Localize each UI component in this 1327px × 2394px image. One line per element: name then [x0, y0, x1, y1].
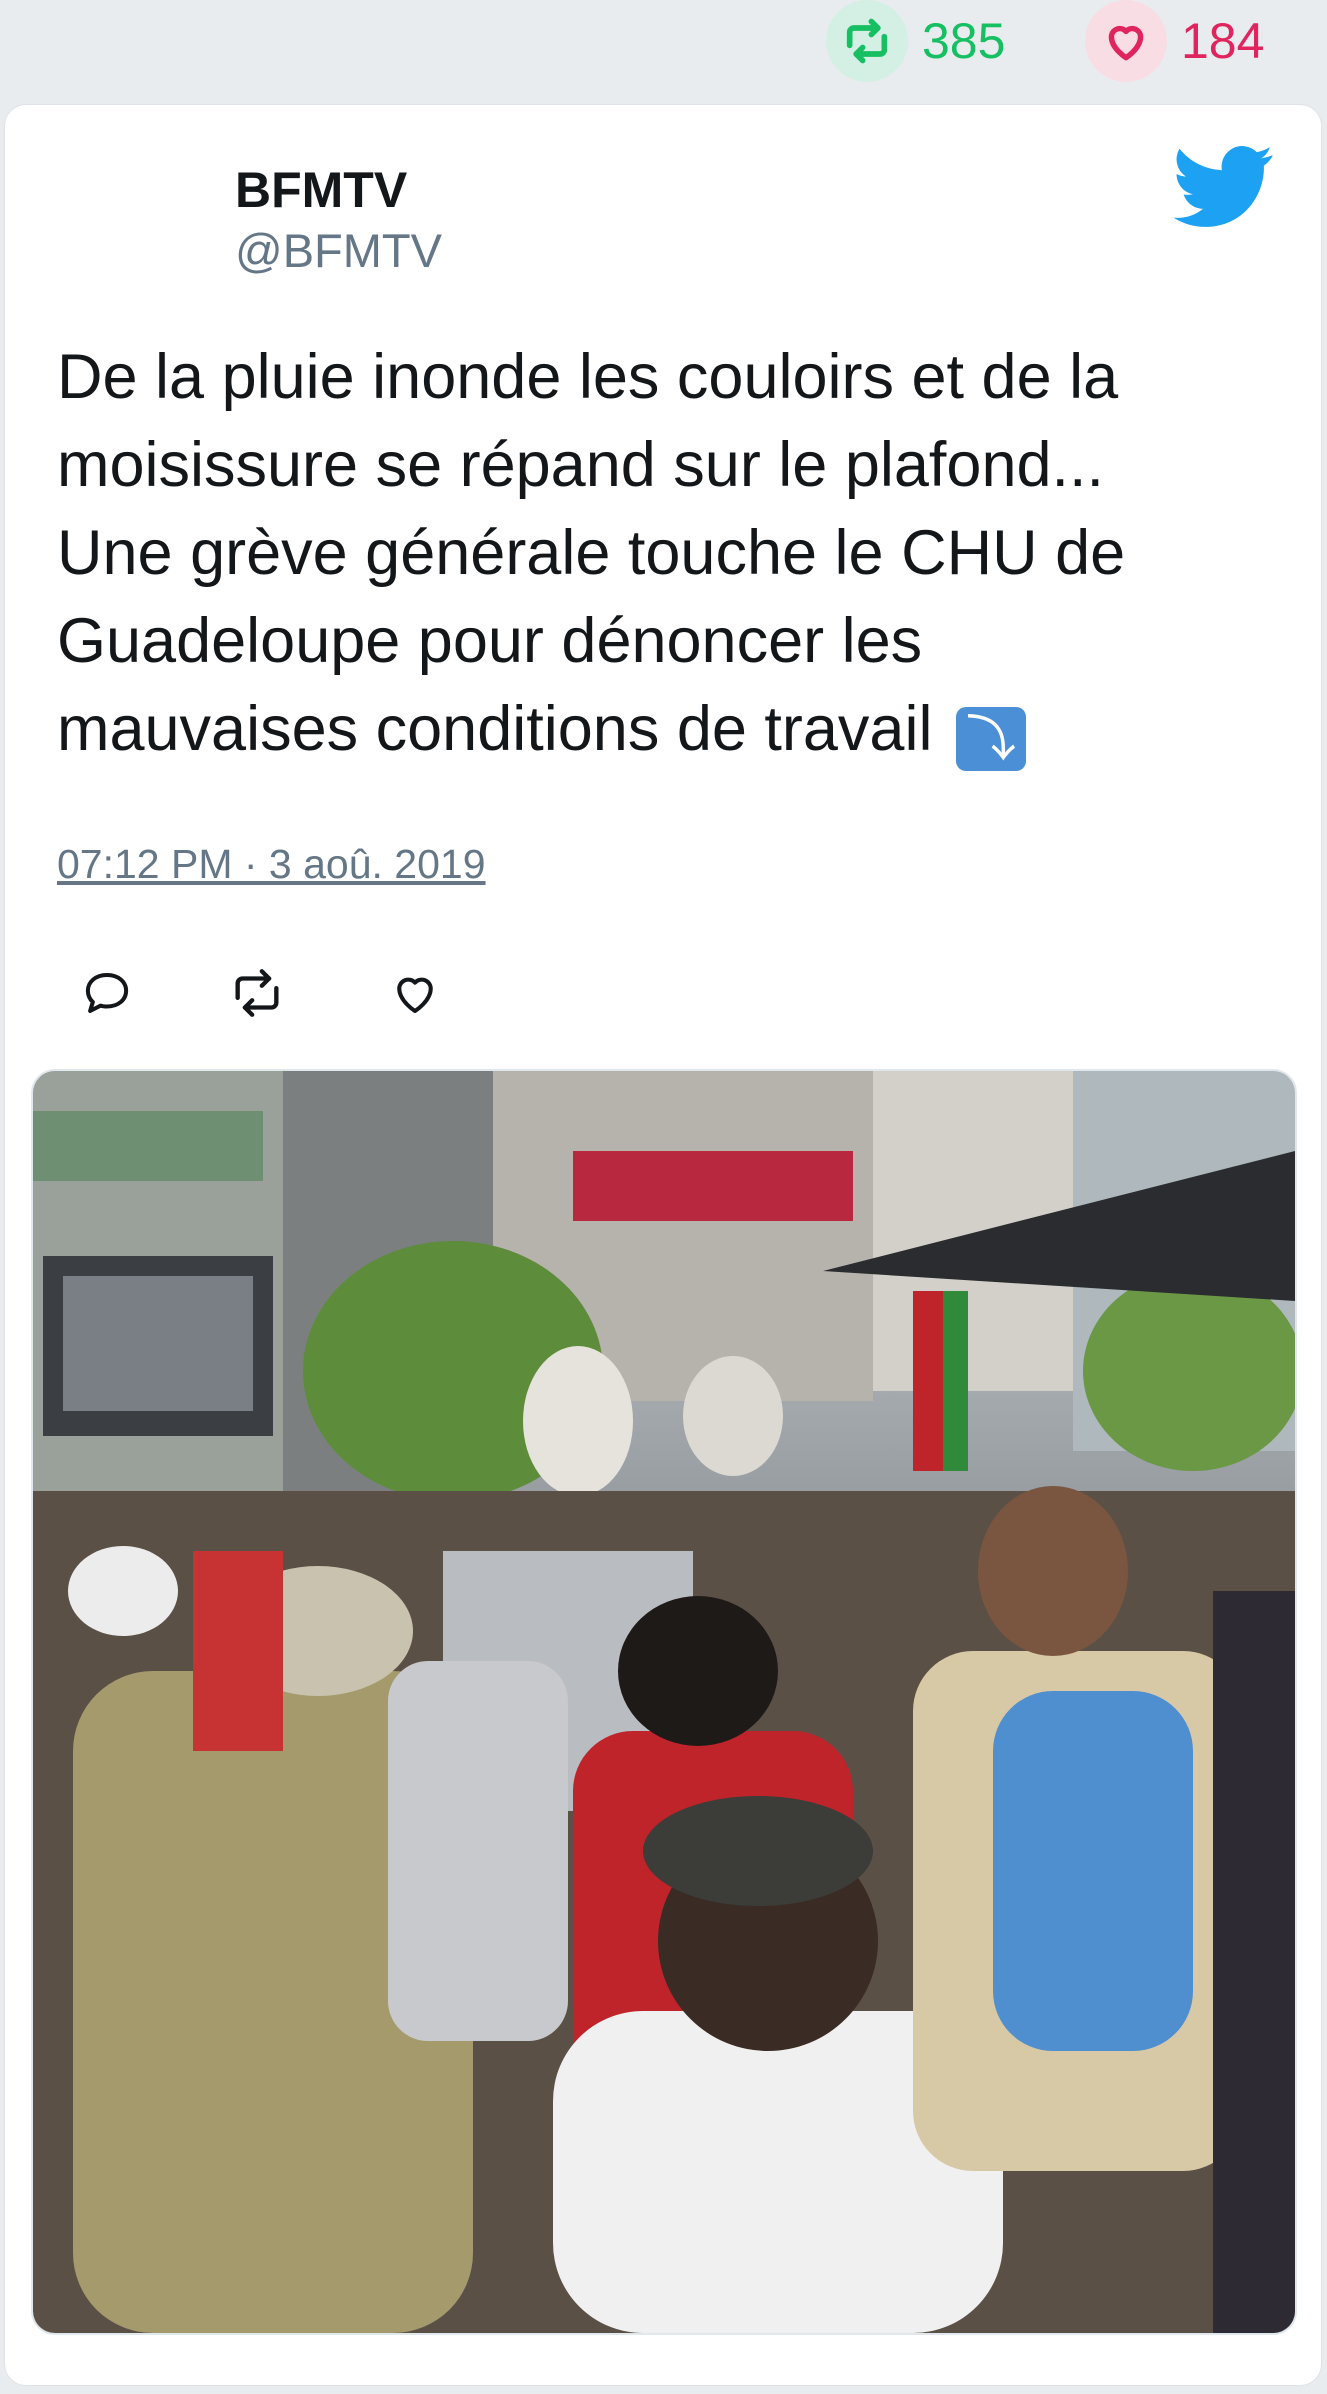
retweet-count: 385 [922, 13, 1006, 69]
reply-button[interactable] [67, 953, 147, 1033]
reply-icon [85, 972, 129, 1014]
retweet-button[interactable] [217, 953, 297, 1033]
arrow-down-right-emoji-icon: ⤵ [955, 707, 1026, 771]
author-handle[interactable]: @BFMTV [235, 223, 442, 278]
tweet-text-line: Guadeloupe pour dénoncer les [57, 606, 923, 676]
like-button[interactable] [375, 953, 455, 1033]
tweet-text: De la pluie inonde les couloirs et de la… [57, 333, 1277, 773]
tweet-text-line-last: mauvaises conditions de travail ⤵ [57, 685, 1277, 773]
like-count: 184 [1181, 13, 1265, 69]
retweet-icon [235, 969, 279, 1017]
tweet-actions [57, 953, 557, 1033]
engagement-bar: 385 184 [0, 0, 1327, 100]
tweet-text-line: moisissure se répand sur le plafond... [57, 430, 1105, 500]
tweet-text-line: Une grève générale touche le CHU de [57, 518, 1126, 588]
tweet-card: BFMTV @BFMTV De la pluie inonde les coul… [4, 104, 1322, 2386]
author-name[interactable]: BFMTV [235, 161, 407, 219]
protest-crowd-photo [33, 1071, 1295, 2333]
tweet-timestamp-link[interactable]: 07:12 PM · 3 aoû. 2019 [57, 841, 486, 888]
twitter-bird-icon[interactable] [1173, 145, 1275, 229]
tweet-video-thumbnail[interactable] [31, 1069, 1297, 2335]
like-count-stat[interactable]: 184 [1085, 0, 1264, 82]
retweet-count-stat[interactable]: 385 [826, 0, 1005, 82]
retweet-icon [826, 0, 908, 82]
tweet-text-line: mauvaises conditions de travail [57, 694, 933, 764]
heart-icon [397, 977, 433, 1014]
heart-icon [1085, 0, 1167, 82]
tweet-text-line: De la pluie inonde les couloirs et de la [57, 342, 1119, 412]
